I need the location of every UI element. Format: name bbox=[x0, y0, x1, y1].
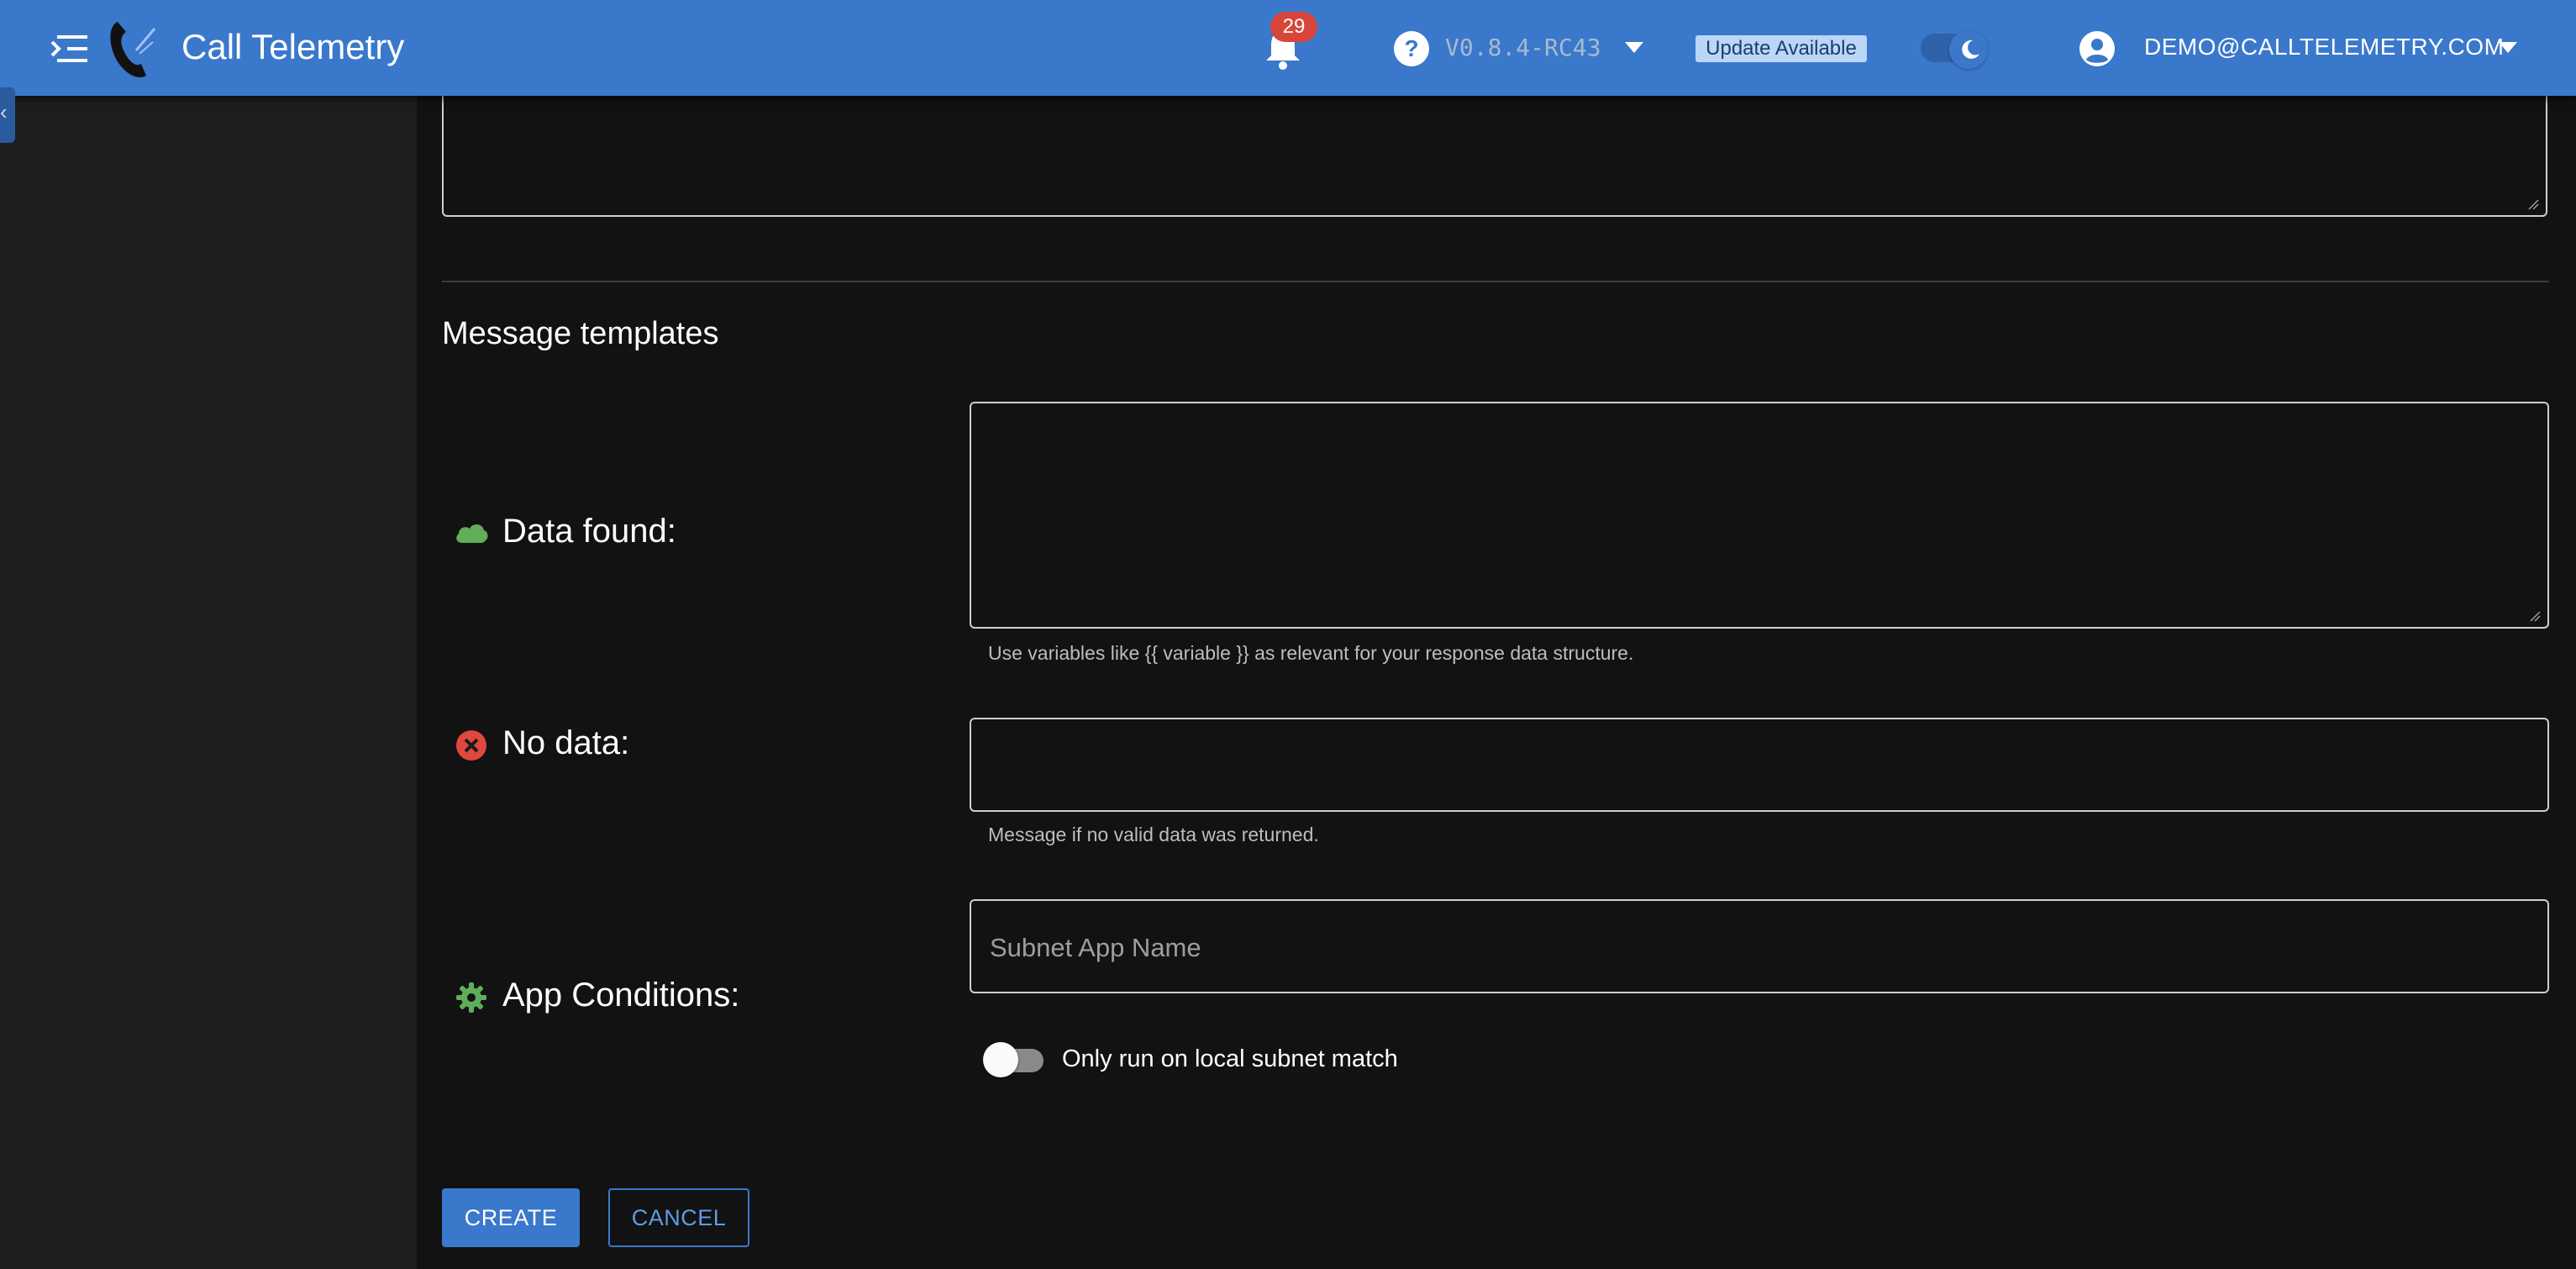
svg-text:?: ? bbox=[1404, 35, 1418, 61]
notification-count-badge: 29 bbox=[1270, 12, 1317, 42]
cancel-button[interactable]: CANCEL bbox=[608, 1188, 749, 1247]
local-subnet-switch-knob[interactable] bbox=[983, 1042, 1018, 1077]
data-found-textarea[interactable] bbox=[970, 402, 2549, 629]
data-found-helper: Use variables like {{ variable }} as rel… bbox=[988, 642, 1634, 664]
create-button[interactable]: CREATE bbox=[442, 1188, 580, 1247]
subnet-app-name-input[interactable]: Subnet App Name bbox=[970, 899, 2549, 993]
section-title: Message templates bbox=[442, 316, 719, 351]
account-circle-icon[interactable] bbox=[2079, 30, 2116, 67]
no-data-label: No data: bbox=[502, 724, 630, 761]
caret-down-icon[interactable] bbox=[2499, 42, 2517, 54]
menu-icon bbox=[50, 35, 87, 62]
app-conditions-label: App Conditions: bbox=[502, 977, 740, 1014]
local-subnet-switch-label: Only run on local subnet match bbox=[1062, 1045, 1398, 1072]
phone-logo-icon bbox=[106, 17, 163, 81]
help-icon[interactable]: ? bbox=[1393, 30, 1430, 67]
data-found-label: Data found: bbox=[502, 513, 676, 550]
section-divider bbox=[442, 281, 2549, 282]
app-header: Call Telemetry 29 ? V0.8.4-RC43 Update A… bbox=[0, 0, 2576, 96]
cloud-icon bbox=[456, 524, 488, 543]
chevron-left-icon: ‹ bbox=[0, 99, 8, 124]
version-label[interactable]: V0.8.4-RC43 bbox=[1445, 34, 1601, 61]
subnet-app-name-placeholder: Subnet App Name bbox=[990, 933, 1201, 962]
sidebar bbox=[0, 96, 417, 1269]
app-title: Call Telemetry bbox=[181, 27, 405, 66]
caret-down-icon[interactable] bbox=[1625, 42, 1643, 54]
description-textarea[interactable] bbox=[442, 76, 2547, 217]
menu-toggle-button[interactable] bbox=[49, 30, 91, 67]
no-data-input[interactable] bbox=[970, 718, 2549, 812]
resize-handle-icon[interactable] bbox=[2527, 198, 2539, 210]
moon-icon bbox=[1962, 39, 1979, 59]
user-email[interactable]: DEMO@CALLTELEMETRY.COM bbox=[2144, 34, 2504, 61]
no-data-helper: Message if no valid data was returned. bbox=[988, 824, 1319, 845]
resize-handle-icon[interactable] bbox=[2529, 610, 2541, 622]
update-available-badge[interactable]: Update Available bbox=[1695, 35, 1867, 62]
gear-icon bbox=[456, 982, 486, 1013]
close-circle-icon bbox=[456, 730, 486, 761]
